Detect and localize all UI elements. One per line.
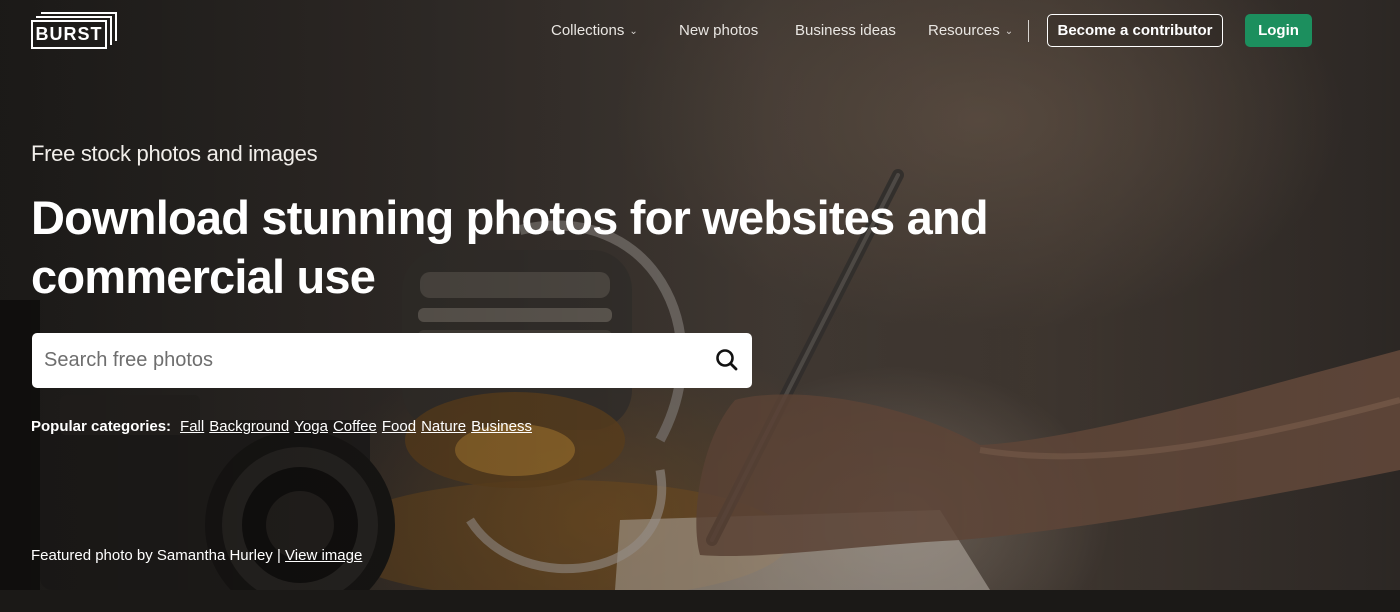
category-link-nature[interactable]: Nature [421,418,466,435]
headline-line-1: Download stunning photos for websites an… [31,191,989,244]
nav-resources-label: Resources [928,22,1000,39]
nav-new-photos[interactable]: New photos [679,22,758,39]
nav-divider [1028,20,1029,42]
category-link-food[interactable]: Food [382,418,416,435]
category-link-coffee[interactable]: Coffee [333,418,377,435]
chevron-down-icon: ⌄ [1004,26,1014,37]
popular-categories: Popular categories: Fall Background Yoga Cof… [31,418,537,435]
top-nav: Collections ⌄ New photos Business ideas R… [0,14,1400,48]
hero-headline: Download stunning photos for websites an… [31,188,1031,306]
bottom-strip [0,590,1400,612]
photo-credit-text: Featured photo by Samantha Hurley | [31,547,281,564]
become-contributor-button[interactable]: Become a contributor [1047,14,1223,47]
category-link-business[interactable]: Business [471,418,532,435]
category-link-yoga[interactable]: Yoga [294,418,328,435]
view-image-link[interactable]: View image [285,547,362,564]
nav-resources[interactable]: Resources ⌄ [928,22,1013,39]
login-button[interactable]: Login [1245,14,1312,47]
photo-credit: Featured photo by Samantha Hurley | View… [31,547,362,564]
nav-new-photos-label: New photos [679,22,759,39]
search-bar [32,333,752,388]
nav-business-ideas[interactable]: Business ideas [795,22,896,39]
nav-collections[interactable]: Collections ⌄ [551,22,638,39]
popular-categories-label: Popular categories: [31,418,172,435]
search-icon[interactable] [714,347,740,373]
category-link-fall[interactable]: Fall [180,418,204,435]
nav-collections-label: Collections [551,22,625,39]
headline-line-2: commercial use [31,250,376,303]
nav-business-ideas-label: Business ideas [795,22,896,39]
search-input[interactable] [44,340,684,381]
hero-eyebrow: Free stock photos and images [31,141,318,166]
category-link-background[interactable]: Background [209,418,289,435]
chevron-down-icon: ⌄ [629,26,638,37]
